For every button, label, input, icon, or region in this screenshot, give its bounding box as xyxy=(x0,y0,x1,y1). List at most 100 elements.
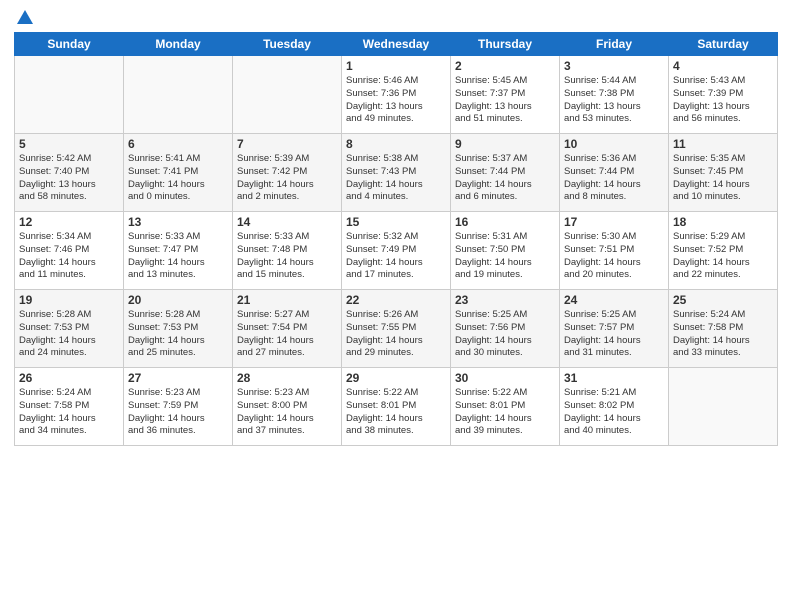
col-thursday: Thursday xyxy=(451,33,560,56)
calendar-week-row: 1Sunrise: 5:46 AMSunset: 7:36 PMDaylight… xyxy=(15,56,778,134)
day-info: Sunrise: 5:23 AMSunset: 7:59 PMDaylight:… xyxy=(128,387,228,438)
day-number: 19 xyxy=(19,293,119,307)
day-info: Sunrise: 5:24 AMSunset: 7:58 PMDaylight:… xyxy=(19,387,119,438)
col-saturday: Saturday xyxy=(669,33,778,56)
table-row: 29 Sunrise: 5:22 AMSunset: 8:01 PMDayligh… xyxy=(342,368,451,446)
table-row xyxy=(669,368,778,446)
table-row: 7 Sunrise: 5:39 AMSunset: 7:42 PMDaylight… xyxy=(233,134,342,212)
day-info: Sunrise: 5:26 AMSunset: 7:55 PMDaylight:… xyxy=(346,309,446,360)
day-info: Sunrise: 5:23 AMSunset: 8:00 PMDaylight:… xyxy=(237,387,337,438)
day-info: Sunrise: 5:30 AMSunset: 7:51 PMDaylight:… xyxy=(564,231,664,282)
table-row: 6 Sunrise: 5:41 AMSunset: 7:41 PMDaylight… xyxy=(124,134,233,212)
day-number: 13 xyxy=(128,215,228,229)
day-number: 27 xyxy=(128,371,228,385)
table-row: 19 Sunrise: 5:28 AMSunset: 7:53 PMDayligh… xyxy=(15,290,124,368)
table-row: 4 Sunrise: 5:43 AMSunset: 7:39 PMDaylight… xyxy=(669,56,778,134)
day-number: 23 xyxy=(455,293,555,307)
day-info: Sunrise: 5:43 AMSunset: 7:39 PMDaylight:… xyxy=(673,75,773,126)
table-row: 27 Sunrise: 5:23 AMSunset: 7:59 PMDayligh… xyxy=(124,368,233,446)
table-row: 2 Sunrise: 5:45 AMSunset: 7:37 PMDaylight… xyxy=(451,56,560,134)
day-number: 21 xyxy=(237,293,337,307)
logo-icon xyxy=(15,8,35,28)
table-row: 9Sunrise: 5:37 AMSunset: 7:44 PMDaylight… xyxy=(451,134,560,212)
table-row: 15Sunrise: 5:32 AMSunset: 7:49 PMDayligh… xyxy=(342,212,451,290)
day-number: 12 xyxy=(19,215,119,229)
day-number: 25 xyxy=(673,293,773,307)
table-row: 16 Sunrise: 5:31 AMSunset: 7:50 PMDayligh… xyxy=(451,212,560,290)
day-number: 16 xyxy=(455,215,555,229)
day-number: 6 xyxy=(128,137,228,151)
table-row: 8 Sunrise: 5:38 AMSunset: 7:43 PMDaylight… xyxy=(342,134,451,212)
day-info: Sunrise: 5:38 AMSunset: 7:43 PMDaylight:… xyxy=(346,153,446,204)
day-info: Sunrise: 5:41 AMSunset: 7:41 PMDaylight:… xyxy=(128,153,228,204)
col-friday: Friday xyxy=(560,33,669,56)
day-info: Sunrise: 5:42 AMSunset: 7:40 PMDaylight:… xyxy=(19,153,119,204)
calendar-week-row: 19 Sunrise: 5:28 AMSunset: 7:53 PMDayligh… xyxy=(15,290,778,368)
table-row: 21Sunrise: 5:27 AMSunset: 7:54 PMDayligh… xyxy=(233,290,342,368)
day-number: 14 xyxy=(237,215,337,229)
table-row: 12 Sunrise: 5:34 AMSunset: 7:46 PMDayligh… xyxy=(15,212,124,290)
table-row xyxy=(233,56,342,134)
day-info: Sunrise: 5:37 AMSunset: 7:44 PMDaylight:… xyxy=(455,153,555,204)
calendar-header-row: Sunday Monday Tuesday Wednesday Thursday… xyxy=(15,33,778,56)
day-info: Sunrise: 5:25 AMSunset: 7:56 PMDaylight:… xyxy=(455,309,555,360)
day-number: 8 xyxy=(346,137,446,151)
table-row: 17 Sunrise: 5:30 AMSunset: 7:51 PMDayligh… xyxy=(560,212,669,290)
day-number: 31 xyxy=(564,371,664,385)
day-info: Sunrise: 5:36 AMSunset: 7:44 PMDaylight:… xyxy=(564,153,664,204)
day-info: Sunrise: 5:21 AMSunset: 8:02 PMDaylight:… xyxy=(564,387,664,438)
table-row: 14Sunrise: 5:33 AMSunset: 7:48 PMDayligh… xyxy=(233,212,342,290)
table-row: 22 Sunrise: 5:26 AMSunset: 7:55 PMDayligh… xyxy=(342,290,451,368)
calendar-week-row: 26 Sunrise: 5:24 AMSunset: 7:58 PMDayligh… xyxy=(15,368,778,446)
day-number: 17 xyxy=(564,215,664,229)
day-info: Sunrise: 5:24 AMSunset: 7:58 PMDaylight:… xyxy=(673,309,773,360)
table-row: 31 Sunrise: 5:21 AMSunset: 8:02 PMDayligh… xyxy=(560,368,669,446)
day-number: 2 xyxy=(455,59,555,73)
day-number: 29 xyxy=(346,371,446,385)
day-number: 7 xyxy=(237,137,337,151)
table-row: 30Sunrise: 5:22 AMSunset: 8:01 PMDayligh… xyxy=(451,368,560,446)
day-number: 20 xyxy=(128,293,228,307)
day-number: 11 xyxy=(673,137,773,151)
day-info: Sunrise: 5:35 AMSunset: 7:45 PMDaylight:… xyxy=(673,153,773,204)
table-row: 24 Sunrise: 5:25 AMSunset: 7:57 PMDayligh… xyxy=(560,290,669,368)
day-info: Sunrise: 5:45 AMSunset: 7:37 PMDaylight:… xyxy=(455,75,555,126)
calendar-week-row: 5 Sunrise: 5:42 AMSunset: 7:40 PMDaylight… xyxy=(15,134,778,212)
day-info: Sunrise: 5:44 AMSunset: 7:38 PMDaylight:… xyxy=(564,75,664,126)
table-row: 28 Sunrise: 5:23 AMSunset: 8:00 PMDayligh… xyxy=(233,368,342,446)
day-number: 26 xyxy=(19,371,119,385)
table-row: 13 Sunrise: 5:33 AMSunset: 7:47 PMDayligh… xyxy=(124,212,233,290)
table-row: 5 Sunrise: 5:42 AMSunset: 7:40 PMDaylight… xyxy=(15,134,124,212)
day-number: 5 xyxy=(19,137,119,151)
day-info: Sunrise: 5:28 AMSunset: 7:53 PMDaylight:… xyxy=(19,309,119,360)
day-info: Sunrise: 5:34 AMSunset: 7:46 PMDaylight:… xyxy=(19,231,119,282)
table-row xyxy=(15,56,124,134)
table-row: 1Sunrise: 5:46 AMSunset: 7:36 PMDaylight… xyxy=(342,56,451,134)
table-row: 26 Sunrise: 5:24 AMSunset: 7:58 PMDayligh… xyxy=(15,368,124,446)
table-row: 23 Sunrise: 5:25 AMSunset: 7:56 PMDayligh… xyxy=(451,290,560,368)
col-tuesday: Tuesday xyxy=(233,33,342,56)
day-number: 18 xyxy=(673,215,773,229)
day-info: Sunrise: 5:22 AMSunset: 8:01 PMDaylight:… xyxy=(455,387,555,438)
day-info: Sunrise: 5:22 AMSunset: 8:01 PMDaylight:… xyxy=(346,387,446,438)
calendar-table: Sunday Monday Tuesday Wednesday Thursday… xyxy=(14,32,778,446)
col-monday: Monday xyxy=(124,33,233,56)
calendar-week-row: 12 Sunrise: 5:34 AMSunset: 7:46 PMDayligh… xyxy=(15,212,778,290)
day-number: 4 xyxy=(673,59,773,73)
table-row: 20 Sunrise: 5:28 AMSunset: 7:53 PMDayligh… xyxy=(124,290,233,368)
table-row: 25 Sunrise: 5:24 AMSunset: 7:58 PMDayligh… xyxy=(669,290,778,368)
day-info: Sunrise: 5:25 AMSunset: 7:57 PMDaylight:… xyxy=(564,309,664,360)
day-info: Sunrise: 5:31 AMSunset: 7:50 PMDaylight:… xyxy=(455,231,555,282)
day-number: 28 xyxy=(237,371,337,385)
day-info: Sunrise: 5:46 AMSunset: 7:36 PMDaylight:… xyxy=(346,75,446,126)
table-row xyxy=(124,56,233,134)
day-number: 24 xyxy=(564,293,664,307)
day-number: 22 xyxy=(346,293,446,307)
day-info: Sunrise: 5:33 AMSunset: 7:47 PMDaylight:… xyxy=(128,231,228,282)
table-row: 10Sunrise: 5:36 AMSunset: 7:44 PMDayligh… xyxy=(560,134,669,212)
table-row: 11 Sunrise: 5:35 AMSunset: 7:45 PMDayligh… xyxy=(669,134,778,212)
day-info: Sunrise: 5:39 AMSunset: 7:42 PMDaylight:… xyxy=(237,153,337,204)
page-header xyxy=(14,10,778,24)
day-info: Sunrise: 5:28 AMSunset: 7:53 PMDaylight:… xyxy=(128,309,228,360)
col-sunday: Sunday xyxy=(15,33,124,56)
